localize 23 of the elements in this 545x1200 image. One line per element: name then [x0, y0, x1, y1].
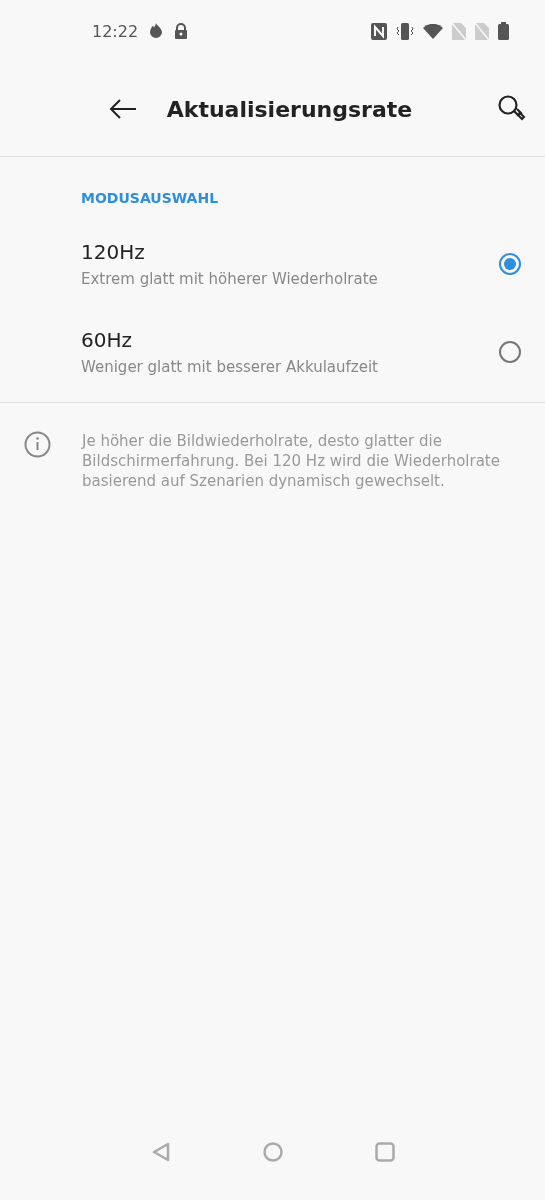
- back-nav-button[interactable]: [150, 1142, 171, 1162]
- back-button[interactable]: [108, 99, 137, 119]
- no-sim-icon: [452, 22, 466, 40]
- home-button[interactable]: [262, 1142, 283, 1162]
- info-icon: [24, 431, 51, 458]
- option-description: Extrem glatt mit höherer Wiederholrate: [81, 270, 378, 288]
- option-label[interactable]: 120Hz: [81, 240, 378, 264]
- no-sim-icon: [475, 22, 489, 40]
- flame-icon: [148, 22, 165, 40]
- section-header: MODUSAUSWAHL: [81, 190, 220, 206]
- radio-button[interactable]: [499, 253, 521, 275]
- recents-button[interactable]: [374, 1142, 395, 1162]
- nfc-icon: [371, 22, 387, 40]
- radio-button[interactable]: [499, 341, 521, 363]
- vibrate-icon: [396, 22, 414, 40]
- lock-icon: [174, 23, 189, 39]
- option-label[interactable]: 60Hz: [81, 328, 378, 352]
- wifi-icon: [423, 23, 443, 39]
- info-text: Je höher die Bildwiederholrate, desto glatter die Bildschirmerfahrung. Bei 120 Hz wird die Wiederholrate basierend auf Szenarien dynamisch gewechselt.: [82, 431, 501, 491]
- status-time: 12:22: [92, 21, 139, 41]
- battery-icon: [498, 22, 509, 40]
- option-description: Weniger glatt mit besserer Akkulaufzeit: [81, 358, 378, 376]
- page-title: Aktualisierungsrate: [166, 96, 413, 122]
